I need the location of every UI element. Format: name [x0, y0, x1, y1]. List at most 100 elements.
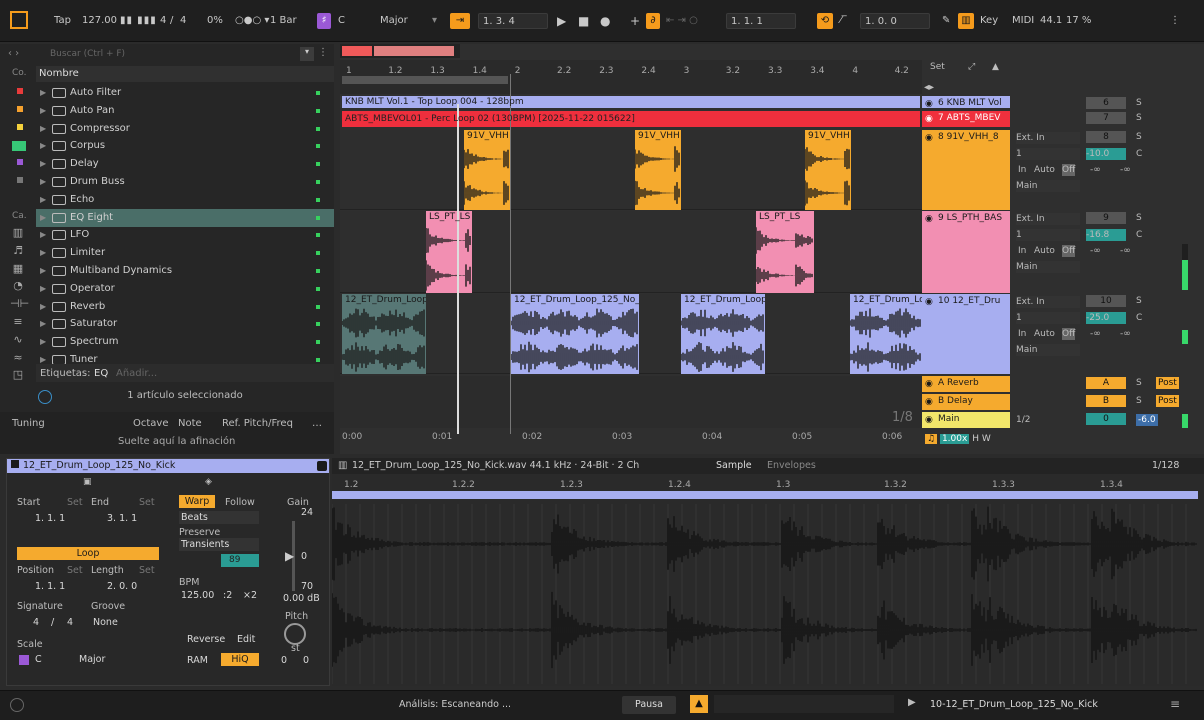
browser-item-multiband-dynamics[interactable]: ▶ Multiband Dynamics	[36, 262, 334, 280]
swing-percent[interactable]: 0%	[207, 13, 223, 29]
key-map-button[interactable]: Key	[980, 13, 998, 29]
collection-color-6[interactable]	[17, 177, 23, 183]
warp-mode-select[interactable]: Beats	[179, 511, 259, 524]
track-number[interactable]: 0	[1086, 413, 1126, 425]
transient-envelope-field[interactable]: 89	[221, 554, 259, 567]
clip-vhh-2[interactable]: 91V_VHH	[635, 130, 681, 210]
tap-button[interactable]: Tap	[54, 13, 71, 29]
record-icon[interactable]: ●	[600, 13, 610, 29]
loop-brace[interactable]	[342, 76, 508, 84]
reverse-button[interactable]: Reverse	[187, 634, 225, 645]
collection-color-5[interactable]	[17, 159, 23, 166]
clip-top-loop[interactable]: KNB MLT Vol.1 - Top Loop 004 - 128bpm	[342, 96, 920, 108]
lock-icon[interactable]: ▲	[992, 62, 999, 72]
pause-analysis-button[interactable]: Pausa	[622, 696, 676, 714]
length-value[interactable]: 2. 0. 0	[107, 581, 137, 592]
expand-arrow-icon[interactable]: ▶	[40, 84, 46, 102]
plugins-icon[interactable]: ⊣⊢	[10, 297, 29, 311]
position-set-button[interactable]: Set	[67, 565, 83, 576]
gain-handle-icon[interactable]: ▶	[285, 549, 294, 563]
track-header-8[interactable]: ◉ Main	[922, 412, 1010, 428]
browser-item-echo[interactable]: ▶ Echo	[36, 191, 334, 209]
scale-icon[interactable]	[19, 655, 29, 665]
hiq-toggle[interactable]: HiQ	[221, 653, 259, 666]
column-header-name[interactable]: Nombre	[36, 66, 334, 82]
track-number[interactable]: A	[1086, 377, 1126, 389]
loop-start-field[interactable]: 1. 1. 1	[726, 13, 796, 29]
track-header-3[interactable]: ◉ 8 91V_VHH_8	[922, 130, 1010, 210]
track-header-4[interactable]: ◉ 9 LS_PTH_BAS	[922, 211, 1010, 293]
sample-grid-resolution[interactable]: 1/128	[1152, 460, 1179, 471]
sample-loop-bar[interactable]	[332, 491, 1198, 499]
warp-toggle[interactable]: Warp	[179, 495, 215, 508]
bpm-value[interactable]: 125.00	[181, 590, 214, 601]
input-type-select[interactable]: Ext. In	[1016, 213, 1080, 225]
track-header-7[interactable]: ◉ B Delay	[922, 394, 1010, 410]
track-fold-icon[interactable]: ◉	[925, 295, 933, 309]
time-signature-numerator[interactable]: 4	[160, 13, 166, 29]
input-channel-select[interactable]: 1	[1016, 229, 1080, 241]
track-number[interactable]: 8	[1086, 131, 1126, 143]
app-menu-icon[interactable]	[10, 11, 28, 29]
input-channel-select[interactable]: 1	[1016, 312, 1080, 324]
add-tag[interactable]: Añadir...	[116, 368, 157, 379]
clip-vhh-1[interactable]: 91V_VHH	[464, 130, 510, 210]
track-number[interactable]: 6	[1086, 97, 1126, 109]
sample-waveform[interactable]	[332, 504, 1198, 684]
follow-toggle[interactable]: Follow	[225, 497, 255, 508]
metronome-icon[interactable]: ▮▮ ▮▮▮	[120, 13, 157, 29]
tuning-menu-icon[interactable]: …	[312, 418, 322, 429]
solo-button[interactable]: S	[1136, 112, 1142, 124]
monitor-in[interactable]: In	[1018, 328, 1026, 340]
audio-tab-icon[interactable]: ◈	[205, 477, 212, 487]
browser-item-delay[interactable]: ▶ Delay	[36, 155, 334, 173]
record-quant-icon[interactable]: ○●○ ▾	[235, 13, 269, 29]
browser-item-auto-pan[interactable]: ▶ Auto Pan	[36, 102, 334, 120]
expand-arrow-icon[interactable]: ▶	[40, 333, 46, 351]
track-fold-icon[interactable]: ◉	[925, 112, 933, 126]
signature-numerator[interactable]: 4	[33, 617, 39, 628]
expand-arrow-icon[interactable]: ▶	[40, 191, 46, 209]
browser-item-spectrum[interactable]: ▶ Spectrum	[36, 333, 334, 351]
track-fold-icon[interactable]: ◉	[925, 212, 933, 226]
audio-effects-icon[interactable]: ♬	[10, 244, 26, 258]
output-select[interactable]: Main	[1016, 180, 1080, 192]
input-type-select[interactable]: Ext. In	[1016, 296, 1080, 308]
midi-effects-icon[interactable]: ▦	[10, 262, 26, 276]
grid-resolution[interactable]: 1/8	[892, 410, 913, 425]
monitor-off[interactable]: Off	[1062, 245, 1076, 257]
collection-color-1[interactable]	[17, 88, 23, 94]
expand-icon[interactable]: ⤢	[968, 62, 975, 72]
overview-strip[interactable]	[340, 44, 460, 58]
groove-select[interactable]: None	[93, 617, 118, 628]
loop-switch-icon[interactable]: ⟲	[817, 13, 833, 29]
browser-item-drum-buss[interactable]: ▶ Drum Buss	[36, 173, 334, 191]
scale-mode-select[interactable]: Major	[79, 654, 105, 665]
expand-arrow-icon[interactable]: ▶	[40, 244, 46, 262]
nav-arrows-icon[interactable]: ‹ ›	[8, 48, 19, 59]
track-fold-icon[interactable]: ◉	[925, 131, 933, 145]
filter-icon[interactable]: ▾	[300, 47, 314, 61]
output-select[interactable]: Main	[1016, 261, 1080, 273]
clip-drum-4[interactable]: 12_ET_Drum_Loop	[850, 294, 922, 374]
scale-key-select[interactable]: C	[35, 654, 42, 665]
main-volume[interactable]: -6.0	[1136, 414, 1158, 426]
start-set-button[interactable]: Set	[67, 497, 83, 508]
solo-button[interactable]: S	[1136, 395, 1142, 407]
scale-mode-select[interactable]: Major	[380, 13, 408, 29]
follow-icon[interactable]: ⇥	[450, 13, 470, 29]
draw-mode-icon[interactable]: ✎	[942, 13, 950, 29]
track-header-6[interactable]: ◉ A Reverb	[922, 376, 1010, 392]
info-icon[interactable]	[10, 698, 24, 712]
send-a[interactable]: -∞	[1090, 245, 1101, 257]
loop-toggle[interactable]: Loop	[17, 547, 159, 560]
browser-item-reverb[interactable]: ▶ Reverb	[36, 298, 334, 316]
expand-arrow-icon[interactable]: ▶	[40, 155, 46, 173]
loop-length-field[interactable]: 1. 0. 0	[860, 13, 930, 29]
menu-icon[interactable]: ≡	[1170, 697, 1180, 711]
gain-value[interactable]: 0.00 dB	[283, 593, 320, 604]
tab-sample[interactable]: Sample	[716, 460, 752, 471]
browser-item-limiter[interactable]: ▶ Limiter	[36, 244, 334, 262]
track-pan[interactable]: C	[1136, 148, 1142, 160]
position-value[interactable]: 1. 1. 1	[35, 581, 65, 592]
